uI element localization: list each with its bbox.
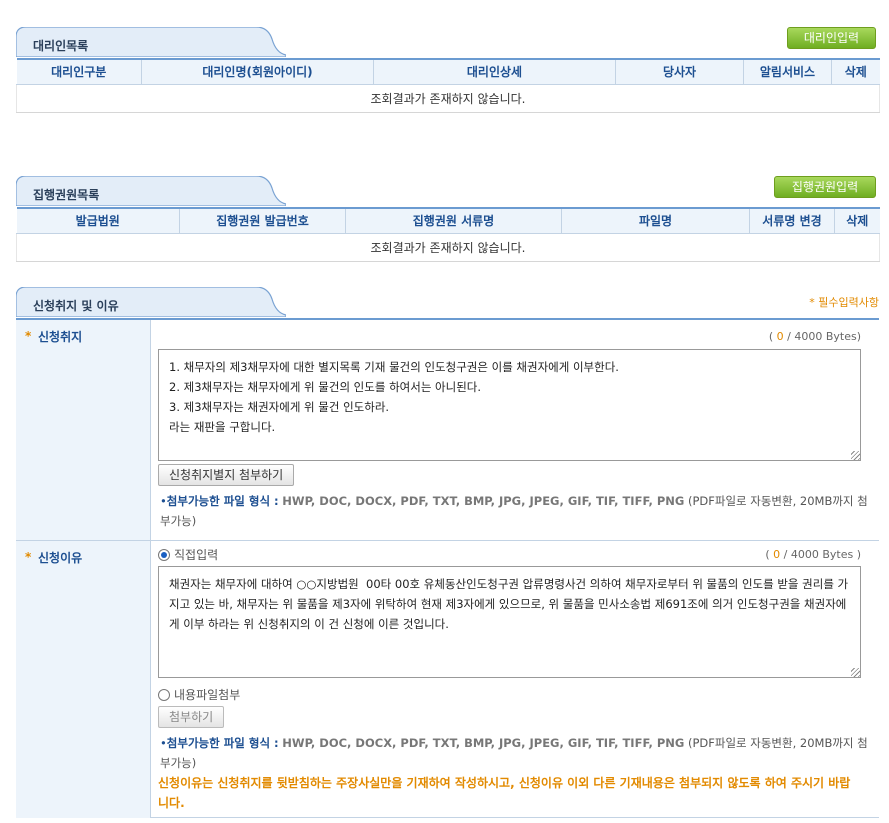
column-header: 삭제 [831, 58, 880, 85]
application-tab: 신청취지 및 이유 [16, 287, 286, 317]
required-star-icon: * [25, 550, 32, 564]
reason-warning: 신청이유는 신청취지를 뒷받침하는 주장사실만을 기재하여 작성하시고, 신청이… [158, 776, 851, 810]
reason-attach-button[interactable]: 첨부하기 [158, 706, 225, 728]
agent-table: 대리인구분 대리인명(회원아이디) 대리인상세 당사자 알림서비스 삭제 조회결… [16, 58, 880, 113]
table-row: 조회결과가 존재하지 않습니다. [16, 84, 880, 113]
purpose-file-note: •첨부가능한 파일 형식 : HWP, DOC, DOCX, PDF, TXT,… [160, 494, 868, 528]
enforcement-list-title: 집행권원목록 [33, 188, 100, 202]
table-row: 조회결과가 존재하지 않습니다. [16, 233, 880, 262]
column-header: 집행권원 발급번호 [179, 207, 346, 234]
column-header: 대리인상세 [373, 58, 616, 85]
purpose-label: 신청취지 [38, 330, 83, 344]
radio-selected-icon [158, 549, 170, 561]
reason-row: * 신청이유 직접입력 ( 0 / 4000 Bytes ) 채권자는 채무자에… [16, 541, 879, 818]
column-header: 집행권원 서류명 [345, 207, 562, 234]
enforcement-list-tab: 집행권원목록 [16, 176, 286, 206]
purpose-byte-counter: ( 0 / 4000 Bytes) [768, 330, 861, 343]
enforcement-table: 발급법원 집행권원 발급번호 집행권원 서류명 파일명 서류명 변경 삭제 조회… [16, 207, 880, 262]
direct-input-radio[interactable]: 직접입력 [158, 546, 218, 563]
purpose-byte-count: 0 [776, 330, 784, 343]
add-agent-button[interactable]: 대리인입력 [787, 27, 876, 49]
purpose-textarea[interactable]: 1. 채무자의 제3채무자에 대한 별지목록 기재 물건의 인도청구권은 이를 … [158, 349, 861, 461]
reason-byte-counter: ( 0 / 4000 Bytes ) [765, 548, 861, 561]
add-enforcement-button[interactable]: 집행권원입력 [774, 176, 876, 198]
purpose-attach-button[interactable]: 신청취지별지 첨부하기 [158, 464, 295, 486]
reason-byte-count: 0 [773, 548, 781, 561]
column-header: 대리인명(회원아이디) [141, 58, 374, 85]
reason-file-note: •첨부가능한 파일 형식 : HWP, DOC, DOCX, PDF, TXT,… [160, 736, 868, 770]
column-header: 파일명 [561, 207, 750, 234]
reason-textarea[interactable]: 채권자는 채무자에 대하여 ○○지방법원 00타 00호 유체동산인도청구권 압… [158, 566, 861, 678]
reason-label: 신청이유 [38, 551, 83, 565]
agent-list-title: 대리인목록 [33, 39, 89, 53]
application-form: * 신청취지 ( 0 / 4000 Bytes) 1. 채무자의 제3채무자에 … [16, 318, 879, 818]
required-note: * 필수입력사항 [809, 296, 879, 309]
column-header: 당사자 [615, 58, 744, 85]
required-star-icon: * [25, 329, 32, 343]
column-header: 발급법원 [16, 207, 180, 234]
bullet-icon: • [160, 736, 167, 750]
reason-header: * 신청이유 [16, 541, 151, 818]
bullet-icon: • [160, 494, 167, 508]
file-attach-radio[interactable]: 내용파일첨부 [158, 686, 240, 703]
column-header: 삭제 [834, 207, 880, 234]
table-header-row: 발급법원 집행권원 발급번호 집행권원 서류명 파일명 서류명 변경 삭제 [16, 207, 880, 234]
purpose-header: * 신청취지 [16, 320, 151, 540]
purpose-row: * 신청취지 ( 0 / 4000 Bytes) 1. 채무자의 제3채무자에 … [16, 320, 879, 541]
empty-message: 조회결과가 존재하지 않습니다. [16, 233, 880, 262]
table-header-row: 대리인구분 대리인명(회원아이디) 대리인상세 당사자 알림서비스 삭제 [16, 58, 880, 85]
radio-unselected-icon [158, 689, 170, 701]
column-header: 대리인구분 [16, 58, 142, 85]
resize-grip-icon[interactable] [851, 451, 860, 460]
column-header: 알림서비스 [743, 58, 832, 85]
application-title: 신청취지 및 이유 [33, 299, 119, 313]
column-header: 서류명 변경 [749, 207, 835, 234]
empty-message: 조회결과가 존재하지 않습니다. [16, 84, 880, 113]
agent-list-tab: 대리인목록 [16, 27, 286, 57]
resize-grip-icon[interactable] [851, 668, 860, 677]
